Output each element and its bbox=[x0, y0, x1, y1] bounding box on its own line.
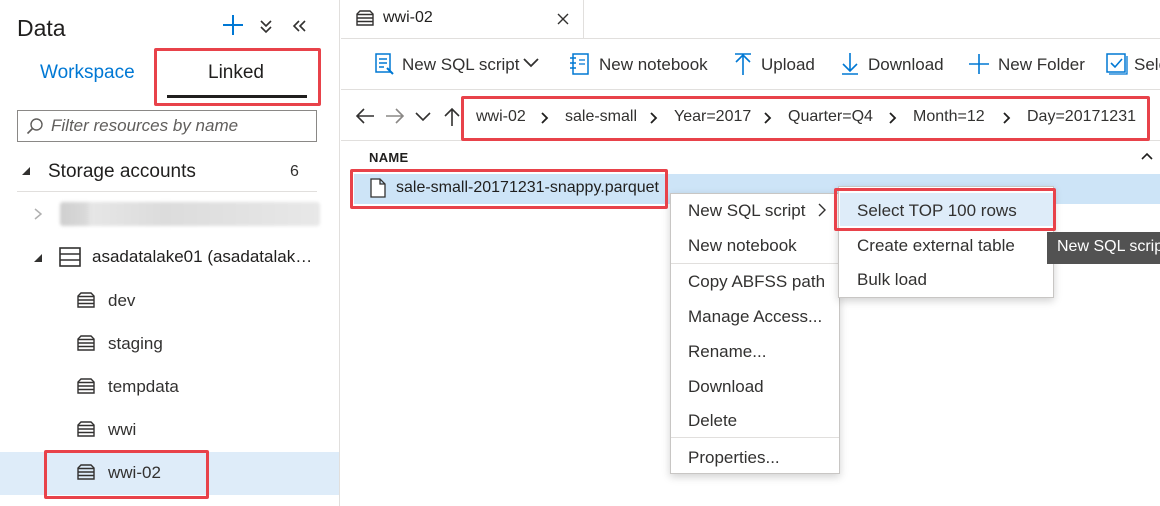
blurred-storage-account[interactable] bbox=[60, 202, 320, 226]
menu-item-manage-access[interactable]: Manage Access... bbox=[688, 307, 822, 327]
sql-script-icon[interactable] bbox=[373, 52, 397, 76]
container-label: wwi bbox=[108, 420, 137, 439]
new-sql-script-button[interactable]: New SQL script bbox=[402, 55, 519, 75]
new-folder-button[interactable]: New Folder bbox=[998, 55, 1085, 75]
storage-account-icon bbox=[59, 246, 81, 268]
container-item-staging[interactable]: staging bbox=[0, 323, 339, 366]
container-label: tempdata bbox=[108, 377, 179, 396]
menu-item-rename[interactable]: Rename... bbox=[688, 342, 766, 362]
highlight-box-file bbox=[350, 169, 668, 209]
menu-item-new-notebook[interactable]: New notebook bbox=[688, 236, 797, 256]
container-item-wwi[interactable]: wwi bbox=[0, 409, 339, 452]
minimize-panel-icon[interactable] bbox=[291, 18, 315, 42]
tooltip-text: New SQL scrip bbox=[1057, 238, 1160, 255]
add-icon[interactable] bbox=[968, 52, 990, 76]
container-icon bbox=[76, 421, 96, 439]
search-icon bbox=[26, 117, 44, 135]
menu-divider bbox=[671, 437, 839, 438]
select-checkbox-icon[interactable] bbox=[1105, 52, 1129, 76]
highlight-box-wwi-02 bbox=[44, 450, 209, 499]
menu-item-create-external-table[interactable]: Create external table bbox=[857, 236, 1015, 256]
chevron-right-icon bbox=[818, 203, 826, 217]
collapse-all-icon[interactable] bbox=[258, 18, 282, 42]
upload-icon[interactable] bbox=[733, 52, 753, 76]
highlight-box-select-top-100 bbox=[834, 188, 1056, 231]
add-icon[interactable] bbox=[222, 14, 246, 38]
back-arrow-icon[interactable] bbox=[355, 107, 375, 125]
download-button[interactable]: Download bbox=[868, 55, 944, 75]
column-header-name[interactable]: NAME bbox=[369, 150, 408, 165]
menu-item-new-sql-script[interactable]: New SQL script bbox=[688, 201, 805, 221]
storage-accounts-count: 6 bbox=[290, 163, 299, 180]
editor-tab-wwi-02[interactable] bbox=[341, 0, 584, 38]
download-icon[interactable] bbox=[840, 52, 860, 76]
container-label: staging bbox=[108, 334, 163, 353]
storage-account-asadatalake01[interactable]: asadatalake01 (asadatalak… bbox=[92, 247, 312, 267]
expanded-triangle-icon[interactable] bbox=[21, 166, 31, 176]
sort-ascending-icon[interactable] bbox=[1141, 152, 1153, 160]
menu-divider bbox=[671, 263, 839, 264]
container-label: dev bbox=[108, 291, 136, 310]
chevron-down-icon[interactable] bbox=[415, 111, 431, 123]
upload-button[interactable]: Upload bbox=[761, 55, 815, 75]
new-notebook-button[interactable]: New notebook bbox=[599, 55, 708, 75]
container-icon bbox=[76, 378, 96, 396]
tab-workspace[interactable]: Workspace bbox=[40, 62, 135, 84]
menu-item-properties[interactable]: Properties... bbox=[688, 448, 780, 468]
editor-tab-label: wwi-02 bbox=[383, 9, 433, 26]
panel-title: Data bbox=[17, 15, 66, 41]
menu-item-bulk-load[interactable]: Bulk load bbox=[857, 270, 927, 290]
section-divider bbox=[17, 191, 317, 192]
menu-item-download[interactable]: Download bbox=[688, 377, 764, 397]
container-icon bbox=[76, 335, 96, 353]
search-placeholder: Filter resources by name bbox=[51, 116, 239, 135]
storage-accounts-label[interactable]: Storage accounts bbox=[48, 161, 196, 183]
menu-item-copy-abfss-path[interactable]: Copy ABFSS path bbox=[688, 272, 825, 292]
container-icon bbox=[355, 10, 375, 28]
forward-arrow-icon[interactable] bbox=[385, 107, 405, 125]
up-arrow-icon[interactable] bbox=[443, 107, 461, 127]
collapsed-chevron-icon[interactable] bbox=[34, 208, 42, 220]
container-item-tempdata[interactable]: tempdata bbox=[0, 366, 339, 409]
chevron-down-icon[interactable] bbox=[523, 57, 539, 69]
highlight-box-linked-tab bbox=[154, 48, 321, 106]
container-item-dev[interactable]: dev bbox=[0, 280, 339, 323]
expanded-triangle-icon[interactable] bbox=[33, 253, 43, 263]
notebook-icon[interactable] bbox=[569, 52, 591, 76]
highlight-box-breadcrumb bbox=[461, 96, 1150, 141]
select-button[interactable]: Sele bbox=[1134, 55, 1160, 75]
close-icon[interactable] bbox=[557, 13, 569, 25]
menu-item-delete[interactable]: Delete bbox=[688, 411, 737, 431]
container-icon bbox=[76, 292, 96, 310]
